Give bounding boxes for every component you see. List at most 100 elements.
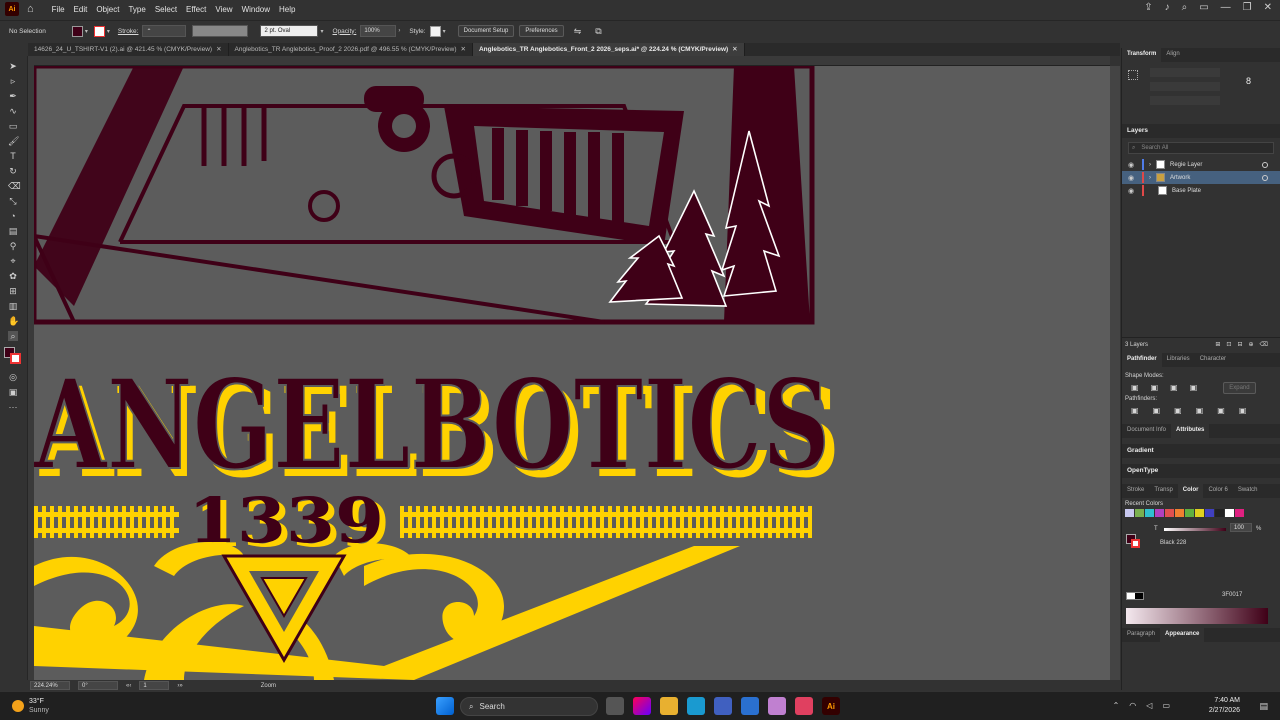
tab-color-guide[interactable]: Color 6 [1203, 484, 1232, 498]
variable-width-profile[interactable] [192, 25, 249, 37]
gradient-tool-icon[interactable]: ▤ [8, 226, 18, 236]
layer-row[interactable]: ◉ › Artwork [1122, 171, 1280, 184]
illustrator-taskbar-icon[interactable]: Ai [822, 697, 840, 715]
tab-align[interactable]: Align [1161, 48, 1184, 62]
visibility-eye-icon[interactable]: ◉ [1128, 187, 1137, 195]
pathfinder-buttons[interactable]: ▣ ▣ ▣ ▣ ▣ ▣ [1125, 405, 1277, 416]
notifications-icon[interactable]: ▤ [1259, 701, 1268, 712]
stroke-color-swatch[interactable] [10, 353, 21, 364]
close-icon[interactable]: ✕ [1264, 2, 1272, 13]
volume-icon[interactable]: ◁ [1146, 701, 1152, 710]
reference-point-icon[interactable] [1128, 70, 1138, 80]
target-circle-icon[interactable] [1262, 174, 1268, 181]
tint-slider[interactable] [1164, 528, 1226, 531]
shape-mode-buttons[interactable]: ▣ ▣ ▣ ▣ Expand [1125, 382, 1277, 394]
blend-tool-icon[interactable]: ⌖ [8, 256, 18, 266]
tab-doc-1[interactable]: 14626_24_U_TSHIRT-V1 (2).ai @ 421.45 % (… [28, 43, 229, 56]
opentype-panel-header[interactable]: OpenType [1122, 464, 1280, 478]
preferences-button[interactable]: Preferences [519, 25, 564, 37]
start-button-icon[interactable] [436, 697, 454, 715]
tab-document-info[interactable]: Document Info [1122, 424, 1171, 438]
tab-libraries[interactable]: Libraries [1162, 353, 1195, 367]
artboard-nav-next-icon[interactable]: ›» [177, 683, 182, 689]
minimize-icon[interactable]: — [1221, 2, 1231, 13]
vertical-scrollbar[interactable] [1110, 66, 1120, 680]
brush-dropdown-icon[interactable]: ▾ [320, 28, 323, 35]
bell-icon[interactable]: ♪ [1165, 2, 1170, 13]
task-view-icon[interactable] [606, 697, 624, 715]
search-icon[interactable]: ⌕ [1182, 2, 1188, 13]
visibility-eye-icon[interactable]: ◉ [1128, 161, 1137, 169]
hand-tool-icon[interactable]: ✋ [8, 316, 19, 326]
tab-close-icon[interactable]: ✕ [732, 46, 737, 53]
file-explorer-icon[interactable] [660, 697, 678, 715]
draw-mode-icon[interactable]: ◎ [8, 372, 18, 382]
zoom-level-field[interactable]: 224.24% [30, 681, 70, 690]
visibility-eye-icon[interactable]: ◉ [1128, 174, 1137, 182]
artboard-canvas[interactable]: ANGELBOTICS ANGELBOTICS 1339 1339 [34, 66, 1110, 680]
tab-close-icon[interactable]: ✕ [216, 46, 221, 53]
restore-icon[interactable]: ❐ [1243, 2, 1252, 13]
copilot-icon[interactable] [633, 697, 651, 715]
app-icon[interactable] [768, 697, 786, 715]
opacity-arrow-icon[interactable]: › [398, 28, 400, 34]
symbol-sprayer-icon[interactable]: ✿ [8, 271, 18, 281]
tab-doc-3[interactable]: Anglebotics_TR Anglebotics_Front_2 2026_… [472, 43, 745, 56]
w-field[interactable] [1150, 82, 1220, 91]
workspace-icon[interactable]: ▭ [1199, 2, 1208, 13]
rotate-field[interactable] [1150, 96, 1220, 105]
scale-tool-icon[interactable]: ⤡ [8, 196, 18, 206]
selection-tool-icon[interactable]: ➤ [8, 61, 18, 71]
fill-dropdown-icon[interactable]: ▾ [85, 28, 88, 35]
shape-builder-icon[interactable]: ◔ [8, 211, 18, 221]
color-spectrum[interactable] [1126, 608, 1268, 624]
expand-button[interactable]: Expand [1223, 382, 1256, 394]
artboard-number-field[interactable]: 1 [139, 681, 170, 690]
screen-mode-icon[interactable]: ▣ [8, 387, 18, 397]
rotate-view-field[interactable]: 0° [78, 681, 118, 690]
menu-type[interactable]: Type [128, 5, 145, 14]
arrange-icon[interactable]: ⇋ [574, 26, 582, 37]
tab-attributes[interactable]: Attributes [1171, 424, 1210, 438]
menu-select[interactable]: Select [155, 5, 177, 14]
dropbox-icon[interactable] [741, 697, 759, 715]
tab-character[interactable]: Character [1195, 353, 1231, 367]
brush-definition[interactable]: 2 pt. Oval [260, 25, 319, 37]
menu-help[interactable]: Help [279, 5, 295, 14]
stroke-swatch[interactable] [93, 25, 105, 37]
app-icon[interactable] [795, 697, 813, 715]
tab-swatches[interactable]: Swatch [1233, 484, 1263, 498]
menu-view[interactable]: View [215, 5, 232, 14]
layers-panel-header[interactable]: Layers [1122, 124, 1280, 138]
weather-widget[interactable]: 33°F Sunny [12, 697, 49, 715]
home-icon[interactable]: ⌂ [27, 3, 34, 15]
clock[interactable]: 7:40 AM 2/27/2026 [1209, 696, 1240, 716]
none-black-white-swatches[interactable] [1126, 592, 1144, 600]
style-swatch[interactable] [429, 25, 441, 37]
tab-doc-2[interactable]: Anglebotics_TR Anglebotics_Proof_2 2026.… [229, 43, 473, 56]
zoom-tool-icon[interactable]: ⌕ [8, 331, 18, 341]
tray-chevron-icon[interactable]: ⌃ [1113, 701, 1120, 710]
tab-stroke[interactable]: Stroke [1122, 484, 1149, 498]
share-icon[interactable]: ⇪ [1144, 2, 1152, 13]
curvature-tool-icon[interactable]: ∿ [8, 106, 18, 116]
tint-value[interactable]: 100 [1230, 523, 1252, 532]
gradient-panel-header[interactable]: Gradient [1122, 444, 1280, 458]
layer-row[interactable]: ◉ › Regie Layer [1122, 158, 1280, 171]
style-dropdown-icon[interactable]: ▾ [443, 28, 446, 35]
tab-transparency[interactable]: Transp [1149, 484, 1177, 498]
eyedropper-tool-icon[interactable]: ⚲ [8, 241, 18, 251]
stroke-label[interactable]: Stroke: [118, 28, 139, 35]
tab-paragraph[interactable]: Paragraph [1122, 628, 1160, 642]
layer-row[interactable]: ◉ Base Plate [1122, 184, 1280, 197]
target-circle-icon[interactable] [1262, 161, 1268, 168]
tab-color[interactable]: Color [1177, 484, 1204, 498]
tab-appearance[interactable]: Appearance [1160, 628, 1205, 642]
menu-window[interactable]: Window [242, 5, 270, 14]
x-field[interactable] [1150, 68, 1220, 77]
recent-colors-row[interactable] [1125, 509, 1277, 517]
wifi-icon[interactable]: ◠ [1129, 701, 1136, 710]
more-tools-icon[interactable]: ··· [8, 402, 18, 412]
artboard-tool-icon[interactable]: ⊞ [8, 286, 18, 296]
menu-edit[interactable]: Edit [74, 5, 88, 14]
